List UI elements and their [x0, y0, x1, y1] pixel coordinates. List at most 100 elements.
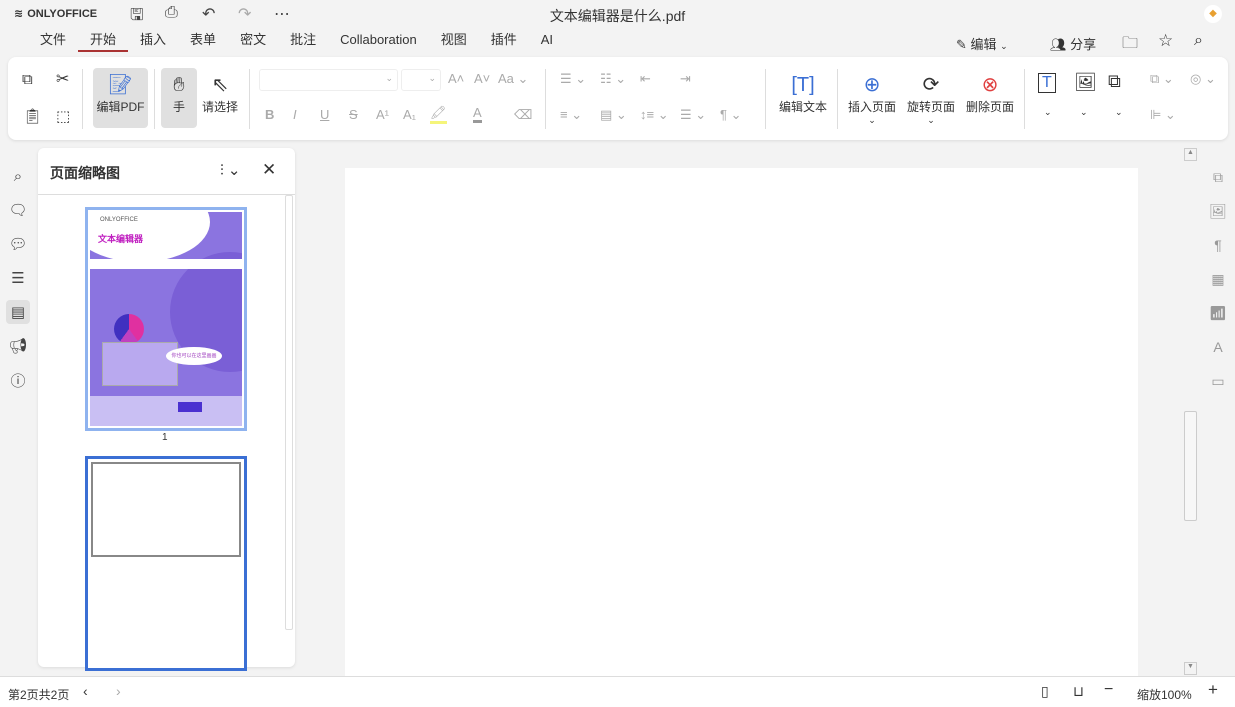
thumbnail-settings-icon[interactable]: ⫶ ⌄ — [220, 161, 241, 179]
tab-home[interactable]: 开始 — [78, 31, 129, 52]
italic-icon[interactable]: I — [293, 107, 297, 122]
insert-page-button[interactable]: ⊕ 插入页面 ⌄ — [844, 68, 900, 134]
tab-collaboration[interactable]: Collaboration — [328, 31, 429, 52]
users-icon: 👥︎ — [1050, 37, 1067, 52]
fit-width-icon[interactable]: ⊔ — [1073, 683, 1084, 700]
line-spacing-icon[interactable]: ↕≡ ⌄ — [640, 107, 669, 123]
table-settings-icon[interactable]: ▦ — [1208, 269, 1228, 289]
next-page-icon[interactable]: › — [116, 683, 121, 699]
superscript-icon[interactable]: A¹ — [376, 107, 389, 122]
edit-mode-button[interactable]: ✎ 编辑 ⌄ — [956, 34, 1008, 53]
user-avatar[interactable]: ◆ — [1204, 5, 1222, 23]
toolbar: ⧉ ✂ 📋︎ ⬚ 📝︎ 编辑PDF ✋︎ 手 ⇖ 请选择 ⌄ ⌄ A˄ A˅ Aa ⌄… — [8, 57, 1228, 140]
decrease-font-icon[interactable]: A˅ — [474, 71, 490, 86]
zoom-out-icon[interactable]: − — [1104, 681, 1113, 699]
change-case-icon[interactable]: Aa ⌄ — [498, 71, 528, 87]
clear-format-icon[interactable]: ⌫ — [514, 107, 532, 123]
increase-indent-icon[interactable]: ⇥ — [680, 71, 691, 87]
share-button[interactable]: 👥︎ 分享 — [1050, 34, 1096, 53]
decrease-indent-icon[interactable]: ⇤ — [640, 71, 651, 87]
edit-text-button[interactable]: [T] 编辑文本 — [773, 68, 833, 128]
columns-icon[interactable]: ☰ ⌄ — [680, 107, 706, 123]
image-dropdown[interactable]: ⌄ — [1080, 107, 1088, 118]
chat-icon[interactable]: 💬︎ — [6, 232, 30, 256]
form-settings-icon[interactable]: ▭ — [1208, 371, 1228, 391]
align-shapes-icon[interactable]: ⊫ ⌄ — [1150, 107, 1176, 123]
copy-icon[interactable]: ⧉ — [22, 71, 33, 88]
status-bar: 第2页共2页 ‹ › ▯ ⊔ − 缩放100% + — [0, 676, 1235, 707]
paragraph-settings-icon[interactable]: ¶ — [1208, 235, 1228, 255]
strikethrough-icon[interactable]: S — [349, 107, 358, 122]
scroll-down-icon[interactable]: ▼ — [1184, 662, 1197, 675]
zoom-in-icon[interactable]: + — [1208, 680, 1218, 700]
close-icon[interactable]: ✕ — [262, 160, 276, 180]
search-icon[interactable]: ⌕ — [6, 164, 30, 188]
rotate-page-button[interactable]: ⟳ 旋转页面 ⌄ — [903, 68, 959, 134]
tab-plugins[interactable]: 插件 — [479, 31, 529, 52]
insert-image-icon[interactable]: 🖼︎ — [1074, 72, 1097, 93]
bullet-list-icon[interactable]: ☰ ⌄ — [560, 71, 586, 87]
delete-page-button[interactable]: ⊗ 删除页面 — [962, 68, 1018, 128]
hand-tool-button[interactable]: ✋︎ 手 — [161, 68, 197, 128]
shape-dropdown[interactable]: ⌄ — [1115, 107, 1123, 118]
increase-font-icon[interactable]: A˄ — [448, 71, 464, 86]
cut-icon[interactable]: ✂ — [56, 69, 69, 89]
zoom-level[interactable]: 缩放100% — [1137, 686, 1192, 703]
tab-ai[interactable]: AI — [529, 31, 565, 52]
menu-tabs: 文件 开始 插入 表单 密文 批注 Collaboration 视图 插件 AI — [28, 31, 565, 52]
tab-insert[interactable]: 插入 — [128, 31, 178, 52]
about-icon[interactable]: ⓘ — [6, 368, 30, 392]
page-thumbnail-2[interactable] — [85, 456, 247, 671]
font-name-select[interactable]: ⌄ — [259, 69, 398, 91]
insert-text-icon[interactable]: T — [1038, 73, 1056, 93]
bold-icon[interactable]: B — [265, 107, 274, 122]
font-size-select[interactable]: ⌄ — [401, 69, 441, 91]
open-location-icon[interactable]: 🗀 — [1122, 32, 1138, 59]
search-icon[interactable]: ⌕ — [1194, 32, 1203, 50]
tab-view[interactable]: 视图 — [429, 31, 479, 52]
shape-settings-icon[interactable]: ⧉ — [1208, 167, 1228, 187]
feedback-icon[interactable]: 📢︎ — [6, 334, 30, 358]
document-page[interactable] — [345, 168, 1138, 676]
insert-shape-icon[interactable]: ⧉ — [1108, 71, 1121, 92]
panel-scrollbar[interactable] — [285, 195, 293, 630]
vertical-scrollbar[interactable]: ▲ ▼ — [1184, 148, 1197, 676]
tab-comments[interactable]: 批注 — [278, 31, 328, 52]
tab-redact[interactable]: 密文 — [228, 31, 278, 52]
comments-icon[interactable]: 🗨︎ — [6, 198, 30, 222]
scrollbar-thumb[interactable] — [1184, 411, 1197, 521]
hand-icon: ✋︎ — [173, 74, 185, 96]
delete-page-icon: ⊗ — [981, 74, 999, 96]
numbered-list-icon[interactable]: ☷ ⌄ — [600, 71, 626, 87]
cursor-icon: ⇖ — [211, 74, 229, 96]
select-tool-button[interactable]: ⇖ 请选择 — [199, 68, 241, 128]
text-dropdown[interactable]: ⌄ — [1044, 107, 1052, 118]
document-title: 文本编辑器是什么.pdf — [549, 8, 686, 24]
page-number-label: 1 — [162, 432, 168, 443]
paste-icon[interactable]: 📋︎ — [23, 107, 42, 125]
tab-forms[interactable]: 表单 — [178, 31, 228, 52]
fit-page-icon[interactable]: ▯ — [1041, 683, 1049, 700]
text-art-settings-icon[interactable]: A — [1208, 337, 1228, 357]
previous-page-icon[interactable]: ‹ — [83, 683, 88, 699]
font-color-icon[interactable]: A — [473, 105, 482, 123]
headings-icon[interactable]: ☰ — [6, 266, 30, 290]
tab-file[interactable]: 文件 — [28, 31, 78, 52]
align-icon[interactable]: ≡ ⌄ — [560, 107, 582, 123]
subscript-icon[interactable]: A₁ — [403, 107, 416, 122]
scroll-up-icon[interactable]: ▲ — [1184, 148, 1197, 161]
group-icon[interactable]: ◎ ⌄ — [1190, 71, 1216, 87]
pencil-icon: ✎ — [956, 37, 967, 52]
underline-icon[interactable]: U — [320, 107, 329, 122]
star-icon[interactable]: ☆ — [1158, 31, 1173, 51]
edit-pdf-button[interactable]: 📝︎ 编辑PDF — [93, 68, 148, 128]
vertical-align-icon[interactable]: ▤ ⌄ — [600, 107, 627, 123]
arrange-icon[interactable]: ⧉ ⌄ — [1150, 71, 1174, 87]
highlight-icon[interactable]: 🖍︎ — [430, 105, 447, 124]
page-thumbnail-1[interactable]: ONLYOFFICE 文本编辑器 你也可以在这里画画 — [85, 207, 247, 431]
chart-settings-icon[interactable]: 📶︎ — [1208, 303, 1228, 323]
select-all-icon[interactable]: ⬚ — [56, 107, 70, 125]
thumbnails-icon[interactable]: ▤ — [6, 300, 30, 324]
image-settings-icon[interactable]: 🖼︎ — [1208, 201, 1228, 221]
paragraph-direction-icon[interactable]: ¶ ⌄ — [720, 107, 742, 123]
